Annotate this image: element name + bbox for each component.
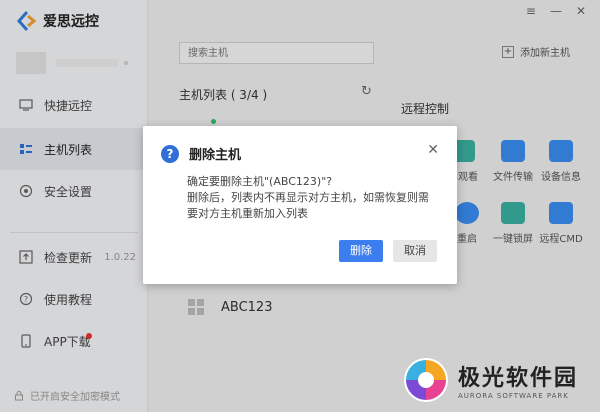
cancel-button[interactable]: 取消 [393, 240, 437, 262]
dialog-header: ? 删除主机 [161, 144, 241, 163]
dialog-warning-line: 删除后，列表内不再显示对方主机，如需恢复则需要对方主机重新加入列表 [187, 191, 429, 220]
watermark: 极光软件园 AURORA SOFTWARE PARK [402, 356, 578, 404]
delete-host-dialog: ? 删除主机 ✕ 确定要删除主机"(ABC123)"? 删除后，列表内不再显示对… [143, 126, 457, 284]
question-icon: ? [161, 144, 179, 163]
watermark-title: 极光软件园 [458, 366, 579, 391]
watermark-subtitle: AURORA SOFTWARE PARK [458, 392, 569, 400]
dialog-title: 删除主机 [189, 148, 242, 163]
dialog-close-icon[interactable]: ✕ [427, 142, 439, 158]
dialog-confirm-line: 确定要删除主机"(ABC123)"? [187, 175, 333, 188]
aurora-logo-icon [404, 358, 448, 402]
delete-button[interactable]: 删除 [339, 240, 383, 262]
dialog-message: 确定要删除主机"(ABC123)"? 删除后，列表内不再显示对方主机，如需恢复则… [187, 174, 437, 222]
